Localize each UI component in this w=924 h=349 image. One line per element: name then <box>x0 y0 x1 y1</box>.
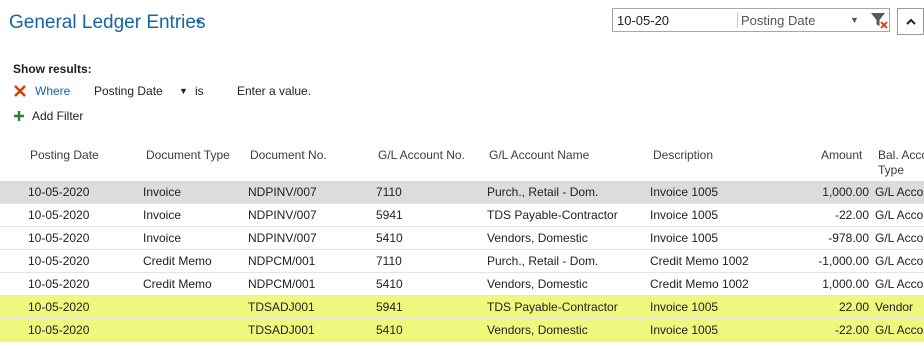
column-header-account-no[interactable]: G/L Account No. <box>378 148 465 163</box>
add-filter-label: Add Filter <box>32 109 84 123</box>
cell-description: Credit Memo 1002 <box>650 254 749 268</box>
cell-document-type: Credit Memo <box>143 277 212 291</box>
cell-description: Invoice 1005 <box>650 323 719 337</box>
cell-description: Invoice 1005 <box>650 185 719 199</box>
cell-document-type: Invoice <box>143 208 182 222</box>
cell-account-no: 7110 <box>376 254 402 268</box>
cell-document-no: TDSADJ001 <box>248 300 315 314</box>
show-results-label: Show results: <box>13 62 92 76</box>
cell-document-no: NDPCM/001 <box>248 277 316 291</box>
cell-document-no: NDPINV/007 <box>248 185 317 199</box>
table-row[interactable]: 10-05-2020 Credit Memo NDPCM/001 7110 Purch.… <box>0 250 924 273</box>
table-row[interactable]: 10-05-2020 Invoice NDPINV/007 5410 Vendors, … <box>0 227 924 250</box>
cell-account-name: Vendors, Domestic <box>487 277 588 291</box>
table-row[interactable]: 10-05-2020 TDSADJ001 5410 Vendors, Domestic… <box>0 319 924 342</box>
cell-posting-date: 10-05-2020 <box>28 277 90 291</box>
cell-posting-date: 10-05-2020 <box>28 254 90 268</box>
column-header-amount[interactable]: Amount <box>821 148 862 163</box>
cell-amount: 1,000.00 <box>822 185 869 199</box>
cell-amount: 22.00 <box>838 300 869 314</box>
cell-posting-date: 10-05-2020 <box>28 300 90 314</box>
cell-account-no: 5410 <box>376 231 403 245</box>
cell-bal-account-type: G/L Account <box>875 185 924 199</box>
cell-document-no: NDPINV/007 <box>248 208 317 222</box>
chevron-down-icon[interactable]: ▼ <box>850 15 859 25</box>
table-row[interactable]: 10-05-2020 Invoice NDPINV/007 7110 Purch., R… <box>0 181 924 204</box>
filter-value-input[interactable]: Enter a value. <box>237 84 311 98</box>
cell-account-no: 7110 <box>376 185 402 199</box>
filter-field-select[interactable]: Posting Date <box>94 84 163 98</box>
cell-account-name: TDS Payable-Contractor <box>487 208 618 222</box>
cell-posting-date: 10-05-2020 <box>28 185 90 199</box>
table-row[interactable]: 10-05-2020 TDSADJ001 5941 TDS Payable-Contr… <box>0 296 924 319</box>
column-header-document-no[interactable]: Document No. <box>250 148 327 163</box>
cell-description: Credit Memo 1002 <box>650 277 749 291</box>
cell-bal-account-type: G/L Account <box>875 323 924 337</box>
cell-amount: -22.00 <box>834 323 869 337</box>
chevron-up-icon <box>906 18 916 25</box>
cell-account-name: Purch., Retail - Dom. <box>487 185 599 199</box>
plus-icon <box>14 111 24 121</box>
cell-document-no: NDPINV/007 <box>248 231 317 245</box>
table-row[interactable]: 10-05-2020 Credit Memo NDPCM/001 5410 Vendor… <box>0 273 924 296</box>
cell-description: Invoice 1005 <box>650 300 719 314</box>
cell-document-no: NDPCM/001 <box>248 254 316 268</box>
cell-document-type: Invoice <box>143 185 182 199</box>
cell-account-name: Vendors, Domestic <box>487 231 588 245</box>
cell-bal-account-type: Vendor <box>875 300 914 314</box>
chevron-down-icon[interactable]: ▼ <box>194 17 203 27</box>
cell-bal-account-type: G/L Account <box>875 208 924 222</box>
cell-document-type: Invoice <box>143 231 182 245</box>
search-box: 10-05-20 Posting Date ▼ <box>612 8 890 32</box>
cell-document-no: TDSADJ001 <box>248 323 315 337</box>
search-input[interactable]: 10-05-20 <box>617 13 735 28</box>
close-icon[interactable] <box>13 84 27 98</box>
cell-account-no: 5410 <box>376 277 403 291</box>
cell-account-name: TDS Payable-Contractor <box>487 300 618 314</box>
cell-description: Invoice 1005 <box>650 231 719 245</box>
collapse-button[interactable] <box>897 8 924 35</box>
search-separator <box>737 12 738 28</box>
filter-operator: is <box>195 84 204 98</box>
cell-bal-account-type: G/L Account <box>875 231 924 245</box>
cell-amount: -978.00 <box>828 231 869 245</box>
search-field-select[interactable]: Posting Date <box>741 13 815 28</box>
cell-account-name: Vendors, Domestic <box>487 323 588 337</box>
cell-bal-account-type: G/L Account <box>875 254 924 268</box>
cell-account-no: 5941 <box>376 300 403 314</box>
column-header-account-name[interactable]: G/L Account Name <box>489 148 589 163</box>
chevron-down-icon[interactable]: ▼ <box>179 86 188 96</box>
column-header-document-type[interactable]: Document Type <box>146 148 230 163</box>
where-label: Where <box>35 84 71 98</box>
cell-bal-account-type: G/L Account <box>875 277 924 291</box>
cell-posting-date: 10-05-2020 <box>28 323 90 337</box>
clear-filter-icon[interactable] <box>869 10 889 30</box>
cell-account-name: Purch., Retail - Dom. <box>487 254 599 268</box>
table-row[interactable]: 10-05-2020 Invoice NDPINV/007 5941 TDS Payab… <box>0 204 924 227</box>
cell-description: Invoice 1005 <box>650 208 719 222</box>
cell-posting-date: 10-05-2020 <box>28 208 90 222</box>
column-header-bal-account-type[interactable]: Bal. Account Type <box>878 148 924 178</box>
cell-amount: -1,000.00 <box>818 254 869 268</box>
cell-amount: 1,000.00 <box>822 277 869 291</box>
page-title[interactable]: General Ledger Entries <box>9 12 205 34</box>
cell-account-no: 5941 <box>376 208 403 222</box>
column-header-posting-date[interactable]: Posting Date <box>30 148 99 163</box>
column-header-description[interactable]: Description <box>653 148 713 163</box>
cell-amount: -22.00 <box>834 208 869 222</box>
cell-document-type: Credit Memo <box>143 254 212 268</box>
cell-posting-date: 10-05-2020 <box>28 231 90 245</box>
cell-account-no: 5410 <box>376 323 403 337</box>
